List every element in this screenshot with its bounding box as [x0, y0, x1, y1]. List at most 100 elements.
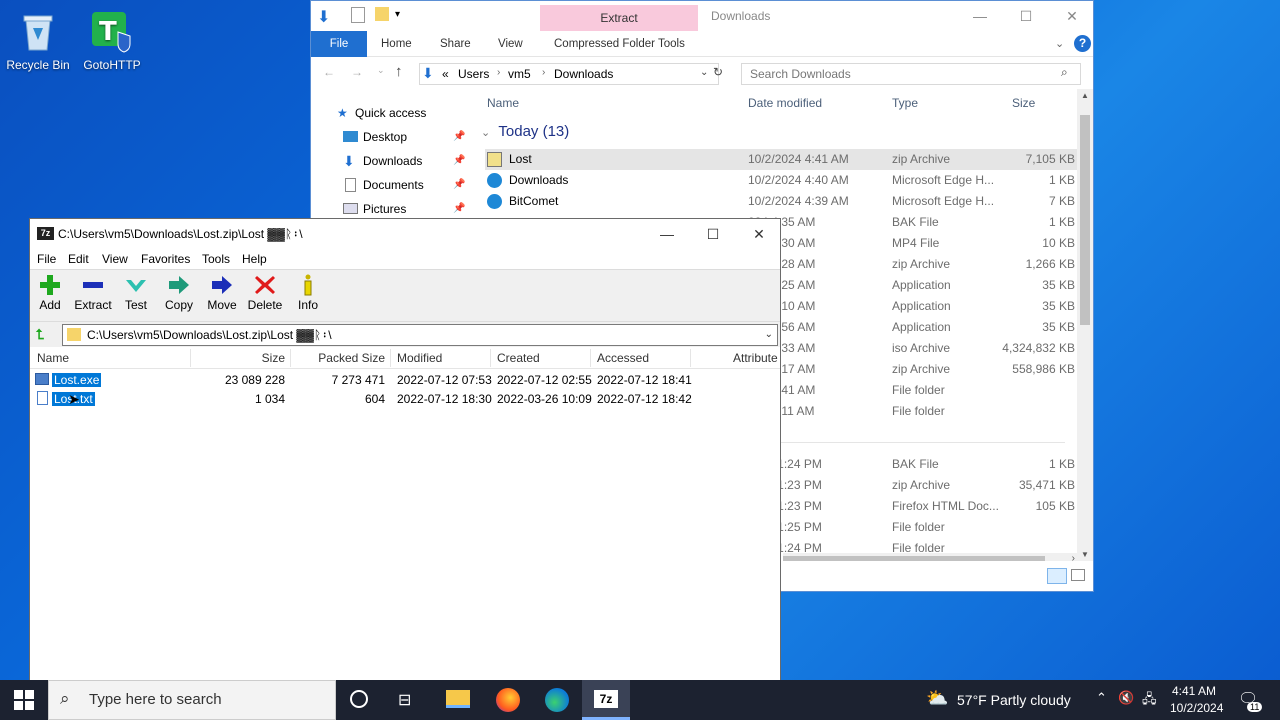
- close-icon[interactable]: ✕: [1049, 1, 1095, 31]
- sevenzip-taskbar-button[interactable]: 7z: [582, 680, 630, 720]
- tab-home[interactable]: Home: [369, 31, 424, 57]
- file-size: 10 KB: [1042, 236, 1075, 250]
- nav-quick-access[interactable]: ★ Quick access: [311, 101, 471, 125]
- refresh-icon[interactable]: ↻: [713, 65, 723, 79]
- sevenzip-logo-icon: 7z: [37, 227, 54, 240]
- info-button[interactable]: Info: [288, 274, 328, 312]
- up-folder-icon[interactable]: ⮤: [36, 326, 44, 343]
- column-separator: [190, 349, 191, 367]
- file-explorer-taskbar-icon[interactable]: [446, 690, 470, 708]
- tray-overflow-chevron-icon[interactable]: ⌃: [1096, 690, 1107, 706]
- copy-button[interactable]: Copy: [159, 274, 199, 312]
- desktop-icon-gotohttp[interactable]: T GotoHTTP: [74, 10, 150, 72]
- column-name[interactable]: Name: [487, 96, 519, 110]
- cortana-icon[interactable]: [350, 690, 368, 708]
- minimize-icon[interactable]: —: [957, 1, 1003, 31]
- firefox-taskbar-icon[interactable]: [496, 688, 520, 712]
- details-view-icon[interactable]: [1047, 568, 1067, 584]
- column-type[interactable]: Type: [892, 96, 918, 110]
- explorer-search-input[interactable]: Search Downloads: [741, 63, 1081, 85]
- menu-help[interactable]: Help: [242, 252, 267, 266]
- taskbar-search-input[interactable]: Type here to search: [48, 680, 336, 720]
- column-packed-size[interactable]: Packed Size: [318, 351, 385, 365]
- clock-date[interactable]: 10/2/2024: [1170, 701, 1223, 715]
- sevenzip-path-row: ⮤ C:\Users\vm5\Downloads\Lost.zip\Lost ▓…: [30, 321, 780, 347]
- back-icon[interactable]: ←: [323, 65, 335, 79]
- breadcrumb-users[interactable]: Users: [458, 67, 489, 81]
- address-dropdown-icon[interactable]: ⌄: [700, 67, 708, 78]
- properties-icon[interactable]: [351, 7, 365, 23]
- archive-file-row[interactable]: Lost.txt 1 034 604 2022-07-12 18:30 2022…: [30, 389, 780, 408]
- archive-file-row[interactable]: Lost.exe 23 089 228 7 273 471 2022-07-12…: [30, 370, 780, 389]
- column-created[interactable]: Created: [497, 351, 540, 365]
- scroll-down-icon[interactable]: ▼: [1081, 550, 1089, 559]
- sevenzip-column-header: Name Size Packed Size Modified Created A…: [30, 347, 780, 369]
- volume-muted-icon[interactable]: 🔇: [1118, 690, 1134, 706]
- edge-taskbar-icon[interactable]: [545, 688, 569, 712]
- explorer-scrollbar[interactable]: ▲ ▼: [1077, 89, 1093, 561]
- tab-view[interactable]: View: [486, 31, 535, 57]
- file-name: Lost.exe: [52, 373, 102, 387]
- breadcrumb-downloads[interactable]: Downloads: [554, 67, 613, 81]
- file-size: 35 KB: [1042, 320, 1075, 334]
- path-dropdown-icon[interactable]: ⌄: [765, 325, 773, 345]
- file-list-row[interactable]: BitComet 10/2/2024 4:39 AM Microsoft Edge …: [485, 191, 1077, 212]
- forward-icon[interactable]: →: [351, 65, 363, 79]
- menu-view[interactable]: View: [102, 252, 128, 266]
- menu-favorites[interactable]: Favorites: [141, 252, 190, 266]
- weather-text[interactable]: 57°F Partly cloudy: [957, 692, 1071, 708]
- maximize-icon[interactable]: ☐: [690, 219, 736, 249]
- file-accessed: 2022-07-12 18:41: [597, 373, 692, 387]
- file-list-row[interactable]: Lost 10/2/2024 4:41 AM zip Archive 7,105 KB: [485, 149, 1077, 170]
- clock-time[interactable]: 4:41 AM: [1172, 684, 1216, 698]
- scrollbar-thumb[interactable]: [1080, 115, 1090, 325]
- column-attribute[interactable]: Attribute: [733, 351, 778, 365]
- group-today[interactable]: ⌄ Today (13): [481, 123, 569, 140]
- ribbon-expand-icon[interactable]: ⌄: [1055, 37, 1064, 50]
- large-icons-view-icon[interactable]: [1071, 569, 1085, 581]
- sevenzip-path-input[interactable]: C:\Users\vm5\Downloads\Lost.zip\Lost ▓▓ᚱ…: [62, 324, 778, 346]
- windows-start-icon[interactable]: [14, 690, 34, 713]
- file-date-modified: 10/2/2024 4:39 AM: [748, 194, 849, 208]
- new-folder-icon[interactable]: [375, 7, 389, 21]
- minimize-icon[interactable]: —: [644, 219, 690, 249]
- breadcrumb-vm5[interactable]: vm5: [508, 67, 531, 81]
- column-accessed[interactable]: Accessed: [597, 351, 649, 365]
- test-button[interactable]: Test: [116, 274, 156, 312]
- desktop-icon-recycle-bin[interactable]: Recycle Bin: [0, 10, 76, 72]
- menu-edit[interactable]: Edit: [68, 252, 89, 266]
- nav-item-desktop[interactable]: Desktop 📌: [311, 125, 471, 149]
- maximize-icon[interactable]: ☐: [1003, 1, 1049, 31]
- move-button[interactable]: Move: [202, 274, 242, 312]
- nav-item-documents[interactable]: Documents 📌: [311, 173, 471, 197]
- task-view-icon[interactable]: ⊟: [398, 690, 411, 710]
- quick-access-dropdown-icon[interactable]: ▾: [395, 9, 400, 20]
- network-icon[interactable]: 🖧: [1142, 690, 1157, 712]
- menu-file[interactable]: File: [37, 252, 56, 266]
- tab-file[interactable]: File: [311, 31, 367, 57]
- nav-item-downloads[interactable]: ⬇ Downloads 📌: [311, 149, 471, 173]
- help-icon[interactable]: ?: [1074, 35, 1091, 52]
- tab-share[interactable]: Share: [428, 31, 483, 57]
- column-size[interactable]: Size: [262, 351, 285, 365]
- edge-file-icon: [487, 173, 502, 188]
- file-size: 1 034: [254, 392, 285, 406]
- breadcrumb-overflow[interactable]: «: [442, 67, 449, 81]
- context-tab-extract[interactable]: Extract: [540, 5, 698, 31]
- menu-tools[interactable]: Tools: [202, 252, 230, 266]
- file-type: File folder: [892, 383, 945, 397]
- scroll-up-icon[interactable]: ▲: [1081, 91, 1089, 100]
- column-date-modified[interactable]: Date modified: [748, 96, 822, 110]
- column-name[interactable]: Name: [37, 351, 69, 365]
- address-bar[interactable]: ⬇ « Users › vm5 › Downloads ⌄: [419, 63, 719, 85]
- tab-compressed-folder-tools[interactable]: Compressed Folder Tools: [542, 31, 697, 57]
- close-icon[interactable]: ✕: [736, 219, 782, 249]
- recent-dropdown-icon[interactable]: ⌄: [377, 65, 385, 76]
- column-modified[interactable]: Modified: [397, 351, 442, 365]
- add-button[interactable]: Add: [30, 274, 70, 312]
- extract-button[interactable]: Extract: [73, 274, 113, 312]
- up-icon[interactable]: ↑: [395, 63, 403, 80]
- delete-button[interactable]: Delete: [245, 274, 285, 312]
- file-list-row[interactable]: Downloads 10/2/2024 4:40 AM Microsoft Edge…: [485, 170, 1077, 191]
- column-size[interactable]: Size: [1012, 96, 1035, 110]
